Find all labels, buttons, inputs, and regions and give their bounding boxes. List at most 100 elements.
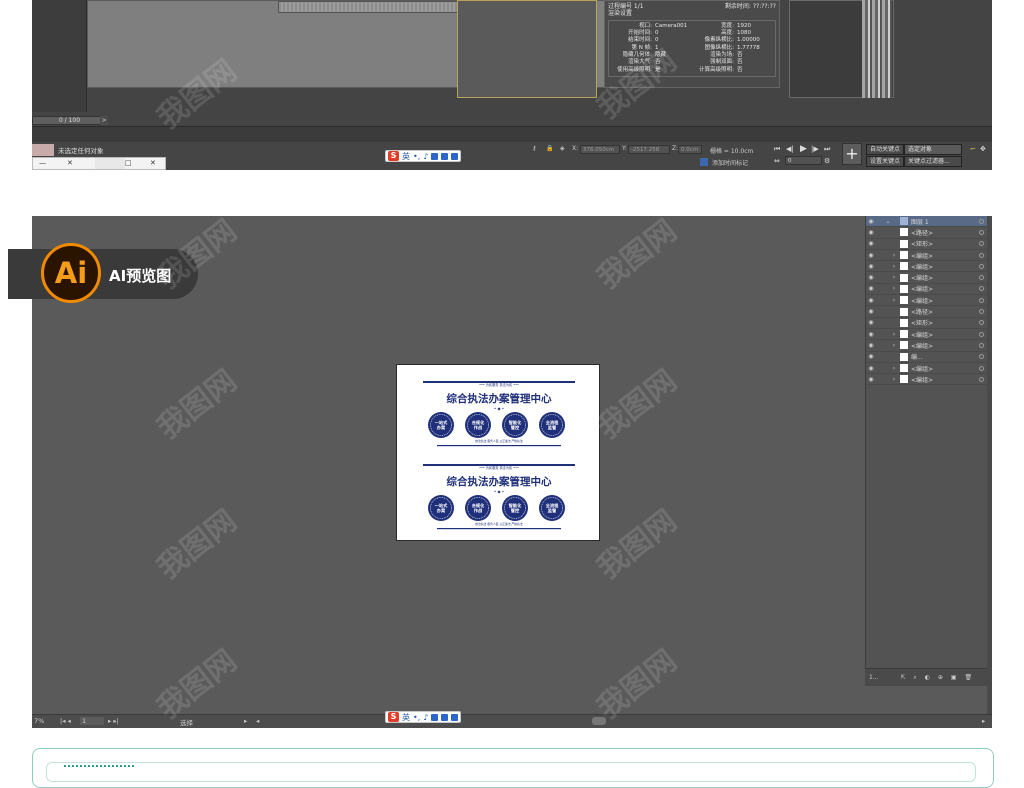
maxscript-listener[interactable] bbox=[32, 144, 54, 156]
status-menu-icon[interactable]: ▸ bbox=[244, 717, 247, 725]
eye-icon[interactable]: ◉ bbox=[866, 376, 876, 383]
microphone-icon[interactable]: ♪ bbox=[423, 152, 428, 161]
goto-start-icon[interactable]: ⏮ bbox=[774, 145, 780, 154]
trash-icon[interactable]: 🗑 bbox=[964, 674, 972, 681]
eye-icon[interactable]: ◉ bbox=[866, 263, 876, 270]
goto-end-icon[interactable]: ⏭ bbox=[824, 145, 830, 154]
expand-icon[interactable]: › bbox=[876, 342, 900, 349]
eye-icon[interactable]: ◉ bbox=[866, 240, 876, 247]
layer-row[interactable]: ◉ › <编组> bbox=[866, 250, 992, 262]
ime-lang-label[interactable]: 英 bbox=[402, 712, 410, 723]
lock-icon[interactable]: ⚷ bbox=[532, 145, 536, 152]
set-key-plus-button[interactable]: + bbox=[842, 143, 862, 165]
target-icon[interactable] bbox=[979, 218, 984, 224]
eye-icon[interactable]: ◉ bbox=[866, 218, 876, 225]
target-icon[interactable] bbox=[979, 241, 984, 247]
key-filters-button[interactable]: 关键点过滤器... bbox=[904, 156, 962, 167]
target-icon[interactable] bbox=[979, 342, 984, 348]
horizontal-scroll-thumb[interactable] bbox=[592, 717, 606, 725]
eye-icon[interactable]: ◉ bbox=[866, 297, 876, 304]
new-sublayer-icon[interactable]: ⊕ bbox=[938, 674, 943, 681]
expand-icon[interactable]: › bbox=[876, 252, 900, 259]
coord-y-field[interactable]: -2517.258 bbox=[628, 145, 670, 154]
target-icon[interactable] bbox=[979, 365, 984, 371]
layer-row[interactable]: ◉ › <编组> bbox=[866, 261, 992, 273]
expand-icon[interactable]: › bbox=[876, 331, 900, 338]
toolbox-icon[interactable] bbox=[451, 152, 459, 160]
add-time-tag-button[interactable]: 添加时间标记 bbox=[712, 158, 748, 167]
current-frame-field[interactable]: 0 bbox=[785, 156, 822, 165]
collapse-icon[interactable]: ⌄ bbox=[876, 218, 900, 225]
set-key-button[interactable]: 设置关键点 bbox=[866, 156, 905, 167]
layer-row[interactable]: ◉ 编... bbox=[866, 352, 992, 363]
ime-lang-label[interactable]: 英 bbox=[402, 151, 410, 162]
selection-dropdown[interactable]: 选定对象 bbox=[904, 144, 962, 155]
time-config-icon[interactable]: ⚙ bbox=[824, 157, 830, 165]
minimize-icon[interactable]: — bbox=[39, 159, 46, 167]
expand-icon[interactable]: › bbox=[876, 285, 900, 292]
layer-row[interactable]: ◉ <矩形> bbox=[866, 239, 992, 250]
layer-row[interactable]: ◉ <矩形> bbox=[866, 318, 992, 329]
eye-icon[interactable]: ◉ bbox=[866, 274, 876, 281]
artboard-number-field[interactable]: 1 bbox=[80, 717, 104, 725]
target-icon[interactable] bbox=[979, 229, 984, 235]
next-frame-icon[interactable]: |▶ bbox=[811, 145, 819, 153]
prev-artboard-icon[interactable]: |◂ ◂ bbox=[60, 717, 71, 725]
expand-icon[interactable]: › bbox=[876, 263, 900, 270]
eye-icon[interactable]: ◉ bbox=[866, 353, 876, 360]
target-icon[interactable] bbox=[979, 309, 984, 315]
keyboard-icon[interactable] bbox=[431, 152, 439, 160]
scroll-right-icon[interactable]: ▸ bbox=[982, 717, 985, 725]
frame-slider[interactable]: 0 / 100 bbox=[32, 116, 107, 125]
scroll-left-icon[interactable]: ◂ bbox=[256, 717, 259, 725]
new-layer-icon[interactable]: ▣ bbox=[951, 674, 957, 681]
coord-z-field[interactable]: 0.0cm bbox=[678, 145, 702, 154]
window-tab[interactable] bbox=[95, 158, 125, 169]
mask-icon[interactable]: ◐ bbox=[925, 674, 930, 681]
prev-frame-icon[interactable]: ◀| bbox=[786, 145, 794, 153]
layer-row[interactable]: ◉ › <编组> bbox=[866, 284, 992, 296]
punctuation-icon[interactable]: •, bbox=[413, 713, 420, 722]
expand-icon[interactable]: › bbox=[876, 297, 900, 304]
target-icon[interactable] bbox=[979, 275, 984, 281]
close-icon[interactable]: ✕ bbox=[150, 159, 156, 167]
target-icon[interactable] bbox=[979, 331, 984, 337]
ime-toolbar[interactable]: S 英 •, ♪ bbox=[385, 150, 462, 162]
expand-icon[interactable]: › bbox=[876, 376, 900, 383]
vertical-scrollbar[interactable] bbox=[987, 216, 992, 716]
target-icon[interactable] bbox=[979, 252, 984, 258]
target-icon[interactable] bbox=[979, 297, 984, 303]
layer-row[interactable]: ◉ › <编组> bbox=[866, 272, 992, 284]
export-icon[interactable]: ⇱ bbox=[900, 674, 905, 681]
eye-icon[interactable]: ◉ bbox=[866, 342, 876, 349]
next-artboard-icon[interactable]: ▸ ▸| bbox=[108, 717, 119, 725]
target-icon[interactable] bbox=[979, 263, 984, 269]
ime-toolbar-bottom[interactable]: S 英 •, ♪ bbox=[385, 711, 462, 723]
expand-icon[interactable]: › bbox=[876, 365, 900, 372]
skin-icon[interactable] bbox=[441, 713, 449, 721]
eye-icon[interactable]: ◉ bbox=[866, 319, 876, 326]
layer-row[interactable]: ◉ › <编组> bbox=[866, 374, 992, 386]
target-icon[interactable] bbox=[979, 354, 984, 360]
layer-row[interactable]: ◉ › <编组> bbox=[866, 340, 992, 352]
layer-header-row[interactable]: ◉ ⌄ 图层 1 bbox=[866, 216, 992, 228]
key-mode-icon[interactable]: ⇔ bbox=[774, 157, 780, 165]
close-icon[interactable]: ✕ bbox=[67, 159, 73, 167]
pan-icon[interactable]: ✥ bbox=[980, 145, 986, 153]
time-tag-icon[interactable] bbox=[700, 158, 708, 166]
slider-next-icon[interactable]: > bbox=[100, 116, 108, 125]
skin-icon[interactable] bbox=[441, 152, 449, 160]
eye-icon[interactable]: ◉ bbox=[866, 331, 876, 338]
lock-selection-icon[interactable]: 🔒 bbox=[546, 145, 553, 152]
play-icon[interactable]: ▶ bbox=[800, 144, 807, 154]
eye-icon[interactable]: ◉ bbox=[866, 229, 876, 236]
eye-icon[interactable]: ◉ bbox=[866, 285, 876, 292]
timeline-track[interactable] bbox=[32, 126, 992, 142]
zoom-value[interactable]: 7% bbox=[34, 717, 44, 725]
layer-row[interactable]: ◉ <路径> bbox=[866, 227, 992, 239]
target-icon[interactable] bbox=[979, 376, 984, 382]
keyboard-icon[interactable] bbox=[431, 713, 439, 721]
layer-row[interactable]: ◉ <路径> bbox=[866, 306, 992, 318]
toolbox-icon[interactable] bbox=[451, 713, 459, 721]
expand-icon[interactable]: › bbox=[876, 274, 900, 281]
